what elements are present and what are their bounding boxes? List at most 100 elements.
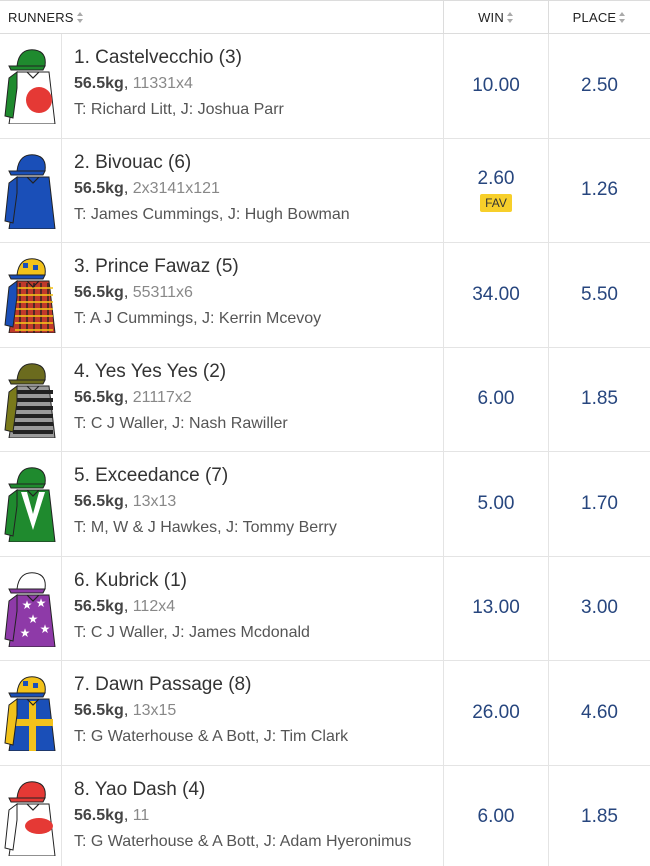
svg-text:★: ★ xyxy=(36,596,47,610)
win-odds: 34.00 xyxy=(472,283,520,305)
runner-info: 1. Castelvecchio (3) 56.5kg, 11331x4 T: … xyxy=(74,46,439,122)
silk-cell xyxy=(0,34,62,138)
place-odds-button[interactable]: 1.70 xyxy=(548,452,650,556)
runner-name[interactable]: 4. Yes Yes Yes (2) xyxy=(74,360,439,384)
favourite-badge: FAV xyxy=(480,194,512,213)
runner-row[interactable]: 5. Exceedance (7) 56.5kg, 13x13 T: M, W … xyxy=(0,452,650,557)
runner-info: 2. Bivouac (6) 56.5kg, 2x3141x121 T: Jam… xyxy=(74,151,439,227)
runner-name[interactable]: 5. Exceedance (7) xyxy=(74,464,439,488)
runner-weight: 56.5kg xyxy=(74,388,124,406)
runner-weight: 56.5kg xyxy=(74,702,124,719)
runner-name[interactable]: 3. Prince Fawaz (5) xyxy=(74,255,439,279)
place-odds-button[interactable]: 1.85 xyxy=(548,765,650,866)
trainer-jockey: T: Richard Litt, J: Joshua Parr xyxy=(74,101,284,118)
place-odds-button[interactable]: 4.60 xyxy=(548,661,650,765)
runner-weight: 56.5kg xyxy=(74,179,124,197)
sort-place-button[interactable]: PLACE xyxy=(548,1,650,34)
place-odds-button[interactable]: 2.50 xyxy=(548,34,650,138)
runners-list: 1. Castelvecchio (3) 56.5kg, 11331x4 T: … xyxy=(0,34,650,866)
runner-row[interactable]: 4. Yes Yes Yes (2) 56.5kg, 21117x2 T: C … xyxy=(0,347,650,452)
place-odds: 5.50 xyxy=(581,283,618,305)
jockey-silk-icon xyxy=(4,780,56,856)
runner-weight: 56.5kg xyxy=(74,284,124,301)
place-odds-button[interactable]: 1.26 xyxy=(548,138,650,242)
runner-info: 4. Yes Yes Yes (2) 56.5kg, 21117x2 T: C … xyxy=(74,360,439,436)
place-odds: 3.00 xyxy=(581,597,618,619)
win-odds-button[interactable]: 10.00 xyxy=(443,34,548,138)
runner-row[interactable]: 1. Castelvecchio (3) 56.5kg, 11331x4 T: … xyxy=(0,34,650,139)
runner-form: 21117x2 xyxy=(132,388,192,406)
runner-name[interactable]: 1. Castelvecchio (3) xyxy=(74,46,439,70)
runners-column-label: RUNNERS xyxy=(8,10,74,25)
runner-form: 13x15 xyxy=(132,702,177,719)
runner-form: 2x3141x121 xyxy=(132,179,220,197)
svg-text:★: ★ xyxy=(22,598,33,612)
place-odds: 4.60 xyxy=(581,701,618,723)
runner-name[interactable]: 7. Dawn Passage (8) xyxy=(74,673,439,697)
runner-form: 55311x6 xyxy=(132,284,193,301)
jockey-silk-icon: ★ ★★★ ★ xyxy=(4,571,56,647)
win-odds: 2.60 xyxy=(477,168,515,190)
runner-name[interactable]: 8. Yao Dash (4) xyxy=(74,778,439,802)
win-odds-button[interactable]: 6.00 xyxy=(443,347,548,451)
runner-weight: 56.5kg xyxy=(74,493,124,510)
runner-weight-form: 56.5kg, 11 xyxy=(74,806,150,824)
silk-cell xyxy=(0,347,62,451)
runner-row[interactable]: 3. Prince Fawaz (5) 56.5kg, 55311x6 T: A… xyxy=(0,243,650,348)
silk-cell xyxy=(0,138,62,242)
place-odds: 1.85 xyxy=(581,388,618,410)
win-odds: 26.00 xyxy=(472,701,520,723)
silk-cell xyxy=(0,661,62,765)
runner-row[interactable]: 7. Dawn Passage (8) 56.5kg, 13x15 T: G W… xyxy=(0,661,650,766)
runner-info: 8. Yao Dash (4) 56.5kg, 11 T: G Waterhou… xyxy=(74,778,439,854)
runner-form: 13x13 xyxy=(132,493,177,510)
jockey-silk-icon xyxy=(4,258,56,333)
jockey-silk-icon xyxy=(4,362,56,438)
place-odds: 2.50 xyxy=(581,74,618,96)
place-odds: 1.26 xyxy=(581,179,618,201)
silk-cell xyxy=(0,765,62,866)
runner-weight: 56.5kg xyxy=(74,806,124,824)
runner-row[interactable]: 8. Yao Dash (4) 56.5kg, 11 T: G Waterhou… xyxy=(0,765,650,866)
trainer-jockey: T: A J Cummings, J: Kerrin Mcevoy xyxy=(74,310,322,327)
trainer-jockey: T: M, W & J Hawkes, J: Tommy Berry xyxy=(74,519,337,536)
win-odds: 6.00 xyxy=(477,806,515,828)
runner-form: 11 xyxy=(132,806,150,824)
runner-weight: 56.5kg xyxy=(74,597,124,615)
win-odds-button[interactable]: 26.00 xyxy=(443,661,548,765)
jockey-silk-icon xyxy=(4,676,56,751)
place-odds-button[interactable]: 1.85 xyxy=(548,347,650,451)
svg-text:★: ★ xyxy=(20,626,31,640)
runner-row[interactable]: ★ ★ ★ ★ ★ 6. Kubrick (1) 56.5kg, 112x4 T: C … xyxy=(0,556,650,661)
win-odds-button[interactable]: 2.60 FAV xyxy=(443,138,548,242)
runner-name[interactable]: 6. Kubrick (1) xyxy=(74,569,439,593)
place-odds-button[interactable]: 3.00 xyxy=(548,556,650,660)
svg-text:★: ★ xyxy=(28,612,39,626)
place-odds-button[interactable]: 5.50 xyxy=(548,243,650,347)
sort-icon xyxy=(76,12,84,23)
runner-row[interactable]: 2. Bivouac (6) 56.5kg, 2x3141x121 T: Jam… xyxy=(0,138,650,243)
win-odds-button[interactable]: 13.00 xyxy=(443,556,548,660)
place-odds: 1.70 xyxy=(581,492,618,514)
win-odds: 10.00 xyxy=(472,74,520,96)
sort-runners-button[interactable]: RUNNERS xyxy=(8,1,84,34)
runner-weight-form: 56.5kg, 13x15 xyxy=(74,702,177,719)
sort-win-button[interactable]: WIN xyxy=(443,1,548,34)
sort-icon xyxy=(506,12,514,23)
win-odds-button[interactable]: 5.00 xyxy=(443,452,548,556)
win-odds: 6.00 xyxy=(477,388,515,410)
runner-weight-form: 56.5kg, 13x13 xyxy=(74,493,177,510)
runner-weight-form: 56.5kg, 55311x6 xyxy=(74,284,193,301)
runner-weight-form: 56.5kg, 112x4 xyxy=(74,597,176,615)
silk-cell xyxy=(0,452,62,556)
runners-table-header: RUNNERS WIN PLACE xyxy=(0,0,650,34)
runner-name[interactable]: 2. Bivouac (6) xyxy=(74,151,439,175)
runner-weight-form: 56.5kg, 2x3141x121 xyxy=(74,179,220,197)
win-odds-button[interactable]: 34.00 xyxy=(443,243,548,347)
runner-form: 112x4 xyxy=(132,597,176,615)
win-odds-button[interactable]: 6.00 xyxy=(443,765,548,866)
trainer-jockey: T: G Waterhouse & A Bott, J: Adam Hyeron… xyxy=(74,832,412,850)
trainer-jockey: T: C J Waller, J: James Mcdonald xyxy=(74,623,310,641)
jockey-silk-icon xyxy=(4,153,56,229)
runner-info: 6. Kubrick (1) 56.5kg, 112x4 T: C J Wall… xyxy=(74,569,439,645)
